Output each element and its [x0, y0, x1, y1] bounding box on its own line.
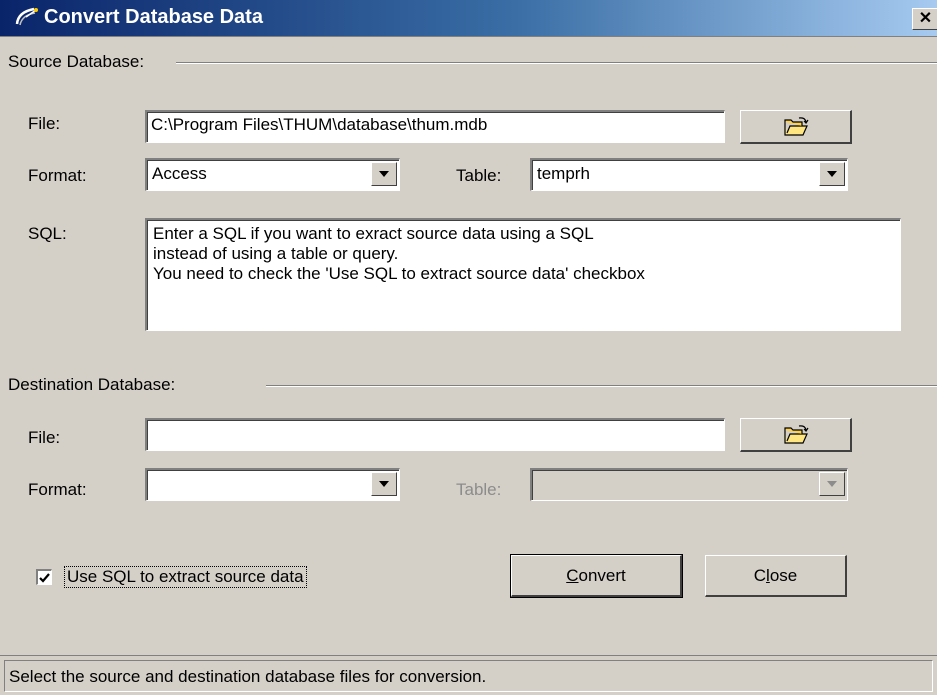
- close-button-label-start: C: [753, 565, 767, 585]
- convert-button-mnemonic: C: [566, 565, 579, 585]
- status-text: Select the source and destination databa…: [4, 660, 933, 692]
- source-table-dropdown-button[interactable]: [819, 162, 845, 186]
- use-sql-label[interactable]: Use SQL to extract source data: [64, 566, 307, 588]
- destination-section-label: Destination Database:: [8, 375, 176, 394]
- source-section-label: Source Database:: [8, 52, 145, 71]
- status-bar: Select the source and destination databa…: [0, 655, 937, 695]
- destination-table-dropdown: [530, 468, 848, 501]
- title-bar[interactable]: Convert Database Data ✕: [0, 0, 937, 37]
- chevron-down-icon: [827, 481, 837, 487]
- source-file-label: File:: [28, 114, 61, 133]
- destination-section-divider: [266, 385, 937, 387]
- close-window-button[interactable]: ✕: [912, 8, 937, 30]
- destination-format-dropdown[interactable]: [145, 468, 400, 501]
- source-sql-textarea[interactable]: Enter a SQL if you want to exract source…: [145, 218, 901, 331]
- destination-table-dropdown-button: [819, 472, 845, 496]
- source-table-dropdown[interactable]: temprh: [530, 158, 848, 191]
- destination-format-label: Format:: [28, 480, 87, 499]
- destination-file-label: File:: [28, 428, 61, 447]
- close-button-label-end: ose: [769, 565, 798, 585]
- source-format-value: Access: [152, 164, 207, 183]
- close-icon: ✕: [918, 10, 933, 27]
- source-browse-button[interactable]: [740, 110, 852, 144]
- chevron-down-icon: [379, 171, 389, 177]
- convert-button[interactable]: Convert: [510, 554, 683, 598]
- destination-table-label: Table:: [456, 480, 502, 499]
- source-format-dropdown[interactable]: Access: [145, 158, 400, 191]
- source-table-value: temprh: [537, 164, 590, 183]
- window-title: Convert Database Data: [44, 6, 263, 28]
- source-format-label: Format:: [28, 166, 87, 185]
- destination-format-dropdown-button[interactable]: [371, 472, 397, 496]
- source-sql-label: SQL:: [28, 224, 67, 243]
- satellite-dish-icon: [15, 7, 38, 26]
- chevron-down-icon: [827, 171, 837, 177]
- chevron-down-icon: [379, 481, 389, 487]
- open-folder-icon: [783, 116, 808, 136]
- use-sql-checkbox[interactable]: [36, 569, 52, 585]
- destination-browse-button[interactable]: [740, 418, 852, 452]
- convert-button-label: onvert: [578, 565, 626, 585]
- close-button[interactable]: Cl ose: [705, 555, 847, 597]
- source-table-label: Table:: [456, 166, 502, 185]
- open-folder-icon: [783, 424, 808, 444]
- source-file-input[interactable]: C:\Program Files\THUM\database\thum.mdb: [145, 110, 725, 143]
- source-section-divider: [176, 62, 937, 64]
- source-format-dropdown-button[interactable]: [371, 162, 397, 186]
- destination-file-input[interactable]: [145, 418, 725, 451]
- checkmark-icon: [39, 572, 50, 583]
